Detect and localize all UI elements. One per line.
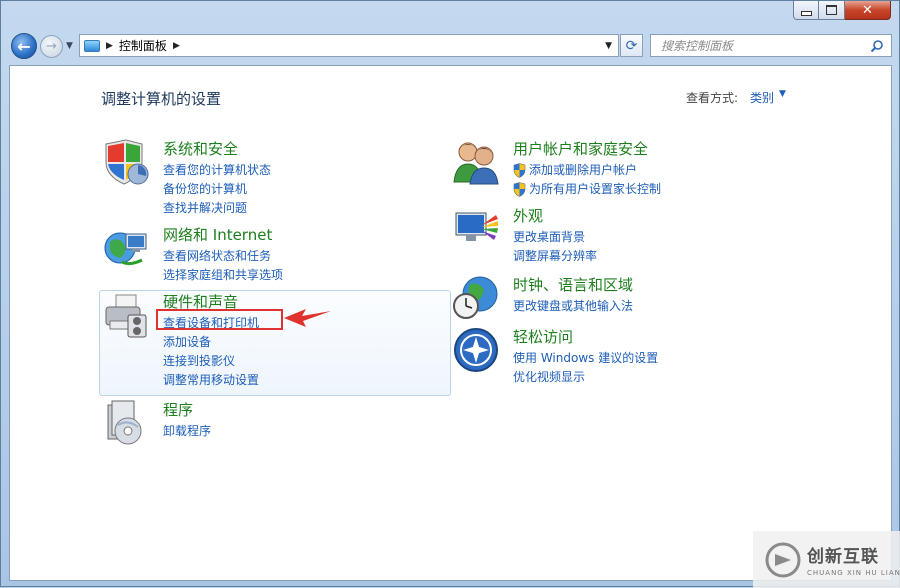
view-by-dropdown[interactable]: 类别 [750, 89, 774, 106]
maximize-icon [826, 5, 837, 15]
search-box[interactable] [650, 34, 892, 57]
annotation-arrow-icon [284, 309, 331, 327]
network-globe-icon[interactable] [102, 224, 150, 272]
search-input[interactable] [659, 37, 867, 54]
uac-shield-icon [513, 182, 526, 197]
category-title-appearance[interactable]: 外观 [513, 205, 543, 226]
link-add-device[interactable]: 添加设备 [163, 333, 259, 352]
maximize-button[interactable] [819, 1, 845, 20]
uac-shield-icon [513, 163, 526, 178]
link-optimize-visual-display[interactable]: 优化视频显示 [513, 368, 658, 387]
link-recommended-settings[interactable]: 使用 Windows 建议的设置 [513, 349, 658, 368]
breadcrumb-control-panel[interactable]: 控制面板 [119, 37, 167, 54]
chevron-down-icon[interactable]: ▼ [779, 89, 786, 99]
link-parental-controls[interactable]: 为所有用户设置家长控制 [513, 180, 661, 199]
link-parental-controls-label: 为所有用户设置家长控制 [529, 182, 662, 196]
users-icon[interactable] [452, 138, 500, 186]
ease-of-access-icon[interactable] [452, 326, 500, 374]
refresh-icon: ⟳ [625, 37, 638, 54]
forward-arrow-icon: → [46, 39, 57, 54]
watermark-name: 创新互联 [807, 547, 879, 567]
category-title-clock-language-region[interactable]: 时钟、语言和区域 [513, 274, 633, 295]
link-add-remove-accounts[interactable]: 添加或删除用户帐户 [513, 161, 661, 180]
category-title-user-accounts[interactable]: 用户帐户和家庭安全 [513, 138, 648, 159]
view-by-label: 查看方式: [686, 91, 739, 105]
watermark-subtitle: CHUANG XIN HU LIAN [807, 569, 900, 577]
category-title-system-security[interactable]: 系统和安全 [163, 138, 238, 159]
page-title: 调整计算机的设置 [101, 90, 222, 108]
category-title-network-internet[interactable]: 网络和 Internet [163, 224, 272, 245]
back-button[interactable]: ← [11, 33, 37, 59]
link-change-desktop-background[interactable]: 更改桌面背景 [513, 228, 597, 247]
link-view-computer-status[interactable]: 查看您的计算机状态 [163, 161, 271, 180]
watermark-logo-icon [765, 542, 801, 577]
refresh-button[interactable]: ⟳ [620, 34, 643, 57]
category-title-ease-of-access[interactable]: 轻松访问 [513, 326, 573, 347]
link-uninstall-program[interactable]: 卸载程序 [163, 422, 211, 441]
minimize-icon [800, 10, 812, 16]
forward-button[interactable]: → [40, 35, 63, 58]
appearance-icon[interactable] [452, 205, 500, 253]
printer-icon[interactable] [102, 291, 150, 339]
shield-icon[interactable] [102, 138, 150, 186]
programs-icon[interactable] [102, 399, 150, 447]
category-hover-highlight [99, 290, 451, 396]
breadcrumb-separator-icon[interactable]: ▶ [173, 41, 180, 51]
search-icon[interactable] [867, 39, 887, 53]
link-troubleshoot[interactable]: 查找并解决问题 [163, 199, 271, 218]
watermark: 创新互联 CHUANG XIN HU LIAN [753, 531, 900, 588]
breadcrumb-separator-icon[interactable]: ▶ [106, 41, 113, 51]
recent-pages-dropdown[interactable]: ▼ [66, 41, 73, 51]
annotation-highlight-box [156, 309, 283, 330]
back-arrow-icon: ← [17, 36, 31, 56]
minimize-button[interactable] [793, 1, 819, 20]
close-button[interactable]: ✕ [845, 1, 891, 20]
address-dropdown-icon[interactable]: ▼ [605, 41, 612, 51]
close-icon: ✕ [862, 2, 873, 18]
caption-buttons: ✕ [793, 1, 891, 20]
link-mobility-settings[interactable]: 调整常用移动设置 [163, 371, 259, 390]
link-homegroup-sharing[interactable]: 选择家庭组和共享选项 [163, 266, 283, 285]
link-change-keyboard-input[interactable]: 更改键盘或其他输入法 [513, 297, 633, 316]
control-panel-icon [84, 39, 100, 52]
content-pane: 调整计算机的设置 查看方式: 类别 ▼ 系统和安全 查看您的计算机状态 备份您的… [9, 65, 892, 581]
category-title-programs[interactable]: 程序 [163, 399, 193, 420]
address-bar[interactable]: ▶ 控制面板 ▶ ▼ [79, 34, 619, 57]
clock-globe-icon[interactable] [452, 274, 500, 322]
control-panel-window: ✕ ← → ▼ ▶ 控制面板 ▶ ▼ ⟳ 调整计算机的设置 查看方式: 类别 ▼ [0, 0, 900, 588]
link-screen-resolution[interactable]: 调整屏幕分辨率 [513, 247, 597, 266]
link-network-status[interactable]: 查看网络状态和任务 [163, 247, 283, 266]
link-add-remove-accounts-label: 添加或删除用户帐户 [529, 163, 638, 177]
link-backup-computer[interactable]: 备份您的计算机 [163, 180, 271, 199]
link-connect-projector[interactable]: 连接到投影仪 [163, 352, 259, 371]
